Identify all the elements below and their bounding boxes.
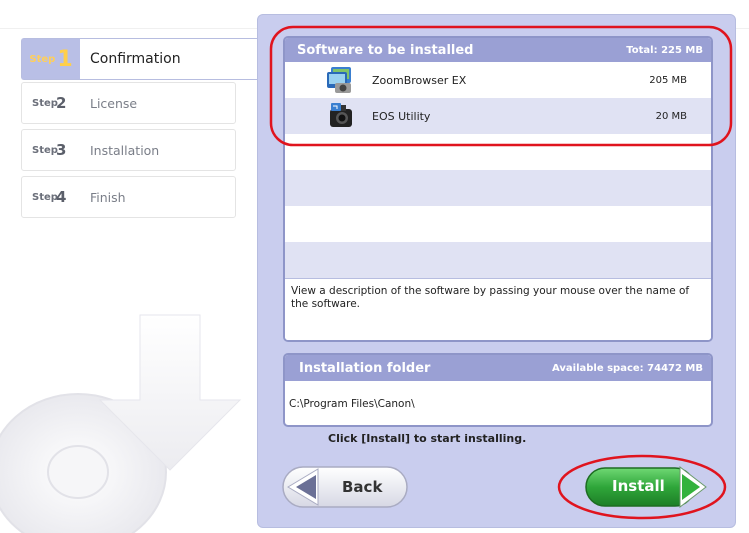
back-button-label: Back — [342, 478, 383, 496]
software-list-box: Software to be installed Total: 225 MB Z… — [283, 36, 713, 342]
software-total-size: Total: 225 MB — [626, 44, 703, 56]
step-number: 3 — [56, 141, 67, 159]
software-empty-row — [285, 134, 711, 170]
step-1-confirmation: Step 1 Confirmation — [21, 38, 260, 80]
available-space: Available space: 74472 MB — [552, 362, 703, 374]
step-prefix: Step — [32, 97, 58, 109]
step-label: Installation — [90, 142, 160, 158]
install-button[interactable]: Install — [584, 465, 708, 509]
software-item-eos-utility[interactable]: EOS Utility 20 MB — [285, 98, 711, 134]
software-empty-row — [285, 242, 711, 278]
step-4-finish: Step 4 Finish — [21, 176, 236, 218]
zoombrowser-icon — [327, 67, 351, 93]
step-3-installation: Step 3 Installation — [21, 129, 236, 171]
software-list-header: Software to be installed Total: 225 MB — [285, 38, 711, 62]
step-prefix: Step — [29, 53, 56, 65]
installation-folder-box: Installation folder Available space: 744… — [283, 353, 713, 427]
installation-folder-header: Installation folder Available space: 744… — [285, 355, 711, 381]
step-prefix: Step — [32, 144, 58, 156]
step-1-badge: Step 1 — [22, 39, 80, 79]
installation-folder-path: C:\Program Files\Canon\ — [289, 398, 415, 410]
step-label: License — [90, 95, 138, 111]
software-name: EOS Utility — [372, 109, 431, 123]
step-2-license: Step 2 License — [21, 82, 236, 124]
software-name: ZoomBrowser EX — [372, 73, 467, 87]
step-number: 4 — [56, 188, 67, 206]
step-number: 1 — [57, 46, 73, 72]
software-description: View a description of the software by pa… — [285, 278, 711, 340]
back-button[interactable]: Back — [282, 465, 409, 509]
step-prefix: Step — [32, 191, 58, 203]
step-label: Confirmation — [90, 51, 181, 67]
install-button-label: Install — [612, 477, 665, 495]
install-hint: Click [Install] to start installing. — [328, 432, 527, 445]
software-empty-row — [285, 170, 711, 206]
step-label: Finish — [90, 189, 126, 205]
software-item-zoombrowser[interactable]: ZoomBrowser EX 205 MB — [285, 62, 711, 98]
eos-utility-icon — [330, 103, 352, 127]
installation-folder-title: Installation folder — [299, 360, 431, 376]
software-size: 20 MB — [655, 110, 687, 122]
software-list-title: Software to be installed — [297, 42, 474, 58]
software-empty-row — [285, 206, 711, 242]
software-size: 205 MB — [649, 74, 687, 86]
step-number: 2 — [56, 94, 67, 112]
